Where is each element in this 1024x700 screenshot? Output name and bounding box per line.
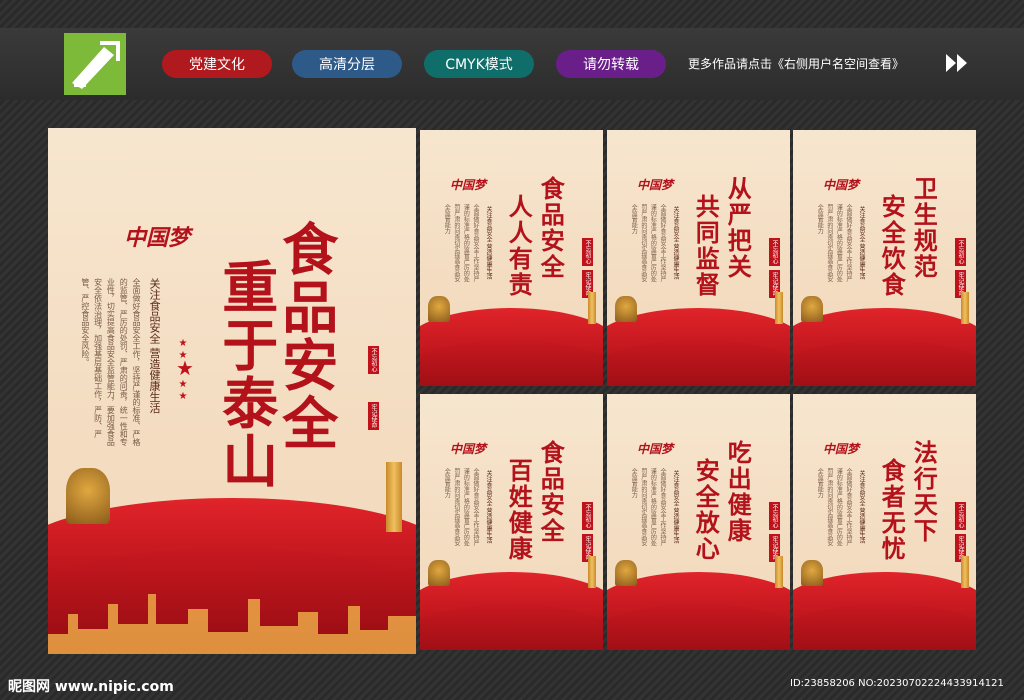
tag-no-repost[interactable]: 请勿转载 <box>556 50 666 78</box>
china-dream-logo: 中国梦 <box>823 442 860 456</box>
poster-title-col1: 从严把关 <box>723 176 753 280</box>
main-subtitle: 关注食品安全 营造健康生活 <box>148 278 161 414</box>
poster-title-col1: 食品安全 <box>536 440 566 544</box>
stone-lion-icon <box>66 468 110 524</box>
nipic-watermark: 昵图网 www.nipic.com <box>8 679 174 695</box>
poster-subtitle: 关注食品安全 营造健康生活 <box>672 206 679 280</box>
seal-stay-true: 不忘初心 <box>769 502 780 530</box>
image-id-text: ID:23858206 NO:20230702224433914121 <box>790 678 1004 689</box>
stone-lion-icon <box>428 560 450 586</box>
poster-title-col2: 安全饮食 <box>877 194 907 298</box>
poster-subtitle: 关注食品安全 营造健康生活 <box>485 470 492 544</box>
huabiao-pillar-icon <box>961 292 969 324</box>
huabiao-pillar-icon <box>961 556 969 588</box>
seal-stay-true: 不忘初心 <box>582 502 593 530</box>
double-chevron-right-icon[interactable] <box>944 52 970 74</box>
red-flag-wave-2 <box>420 340 603 386</box>
seal-stay-true: 不忘初心 <box>955 502 966 530</box>
red-flag-wave-2 <box>420 604 603 650</box>
small-poster: 中国梦 从严把关 共同监督 关注食品安全 营造健康生活 全面做好食品安全工作坚持… <box>607 130 790 386</box>
poster-subtitle: 关注食品安全 营造健康生活 <box>485 206 492 280</box>
poster-body-text: 全面做好食品安全工作坚持严谨的标准严格的监管严厉的处罚严肃的问责切实提高食品安全… <box>816 468 852 546</box>
city-skyline <box>48 594 416 654</box>
small-poster: 中国梦 卫生规范 安全饮食 关注食品安全 营造健康生活 全面做好食品安全工作坚持… <box>793 130 976 386</box>
brand-logo-icon <box>64 33 126 95</box>
poster-body-text: 全面做好食品安全工作坚持严谨的标准严格的监管严厉的处罚严肃的问责切实提高食品安全… <box>443 204 479 282</box>
china-dream-logo: 中国梦 <box>637 178 674 192</box>
poster-title-col2: 安全放心 <box>691 458 721 562</box>
stone-lion-icon <box>801 296 823 322</box>
poster-body-text: 全面做好食品安全工作坚持严谨的标准严格的监管严厉的处罚严肃的问责切实提高食品安全… <box>816 204 852 282</box>
main-title-col1: 食品安全 <box>272 220 339 452</box>
poster-title-col2: 共同监督 <box>691 194 721 298</box>
china-dream-logo: 中国梦 <box>450 178 487 192</box>
small-poster: 中国梦 食品安全 人人有责 关注食品安全 营造健康生活 全面做好食品安全工作坚持… <box>420 130 603 386</box>
main-body-text: 全面做好食品安全工作，坚持严谨的标准、严格的监管、严厉的处罚、严肃的问责，统一性… <box>80 278 141 446</box>
tag-party-culture[interactable]: 党建文化 <box>162 50 272 78</box>
poster-title-col1: 卫生规范 <box>909 176 939 280</box>
seal-stay-true: 不忘初心 <box>582 238 593 266</box>
main-title-col2: 重于泰山 <box>212 258 279 490</box>
poster-title-col1: 法行天下 <box>909 440 939 544</box>
small-poster: 中国梦 食品安全 百姓健康 关注食品安全 营造健康生活 全面做好食品安全工作坚持… <box>420 394 603 650</box>
stone-lion-icon <box>801 560 823 586</box>
huabiao-pillar-icon <box>588 292 596 324</box>
small-poster: 中国梦 法行天下 食者无忧 关注食品安全 营造健康生活 全面做好食品安全工作坚持… <box>793 394 976 650</box>
poster-title-col1: 食品安全 <box>536 176 566 280</box>
main-poster: 中国梦 食品安全 重于泰山 关注食品安全 营造健康生活 全面做好食品安全工作，坚… <box>48 128 416 654</box>
seal-remember-mission: 牢记使命 <box>368 402 379 430</box>
tag-hd-layers[interactable]: 高清分层 <box>292 50 402 78</box>
huabiao-pillar-icon <box>386 462 402 532</box>
stone-lion-icon <box>615 560 637 586</box>
seal-stay-true: 不忘初心 <box>368 346 379 374</box>
huabiao-pillar-icon <box>775 292 783 324</box>
red-flag-wave-2 <box>607 340 790 386</box>
huabiao-pillar-icon <box>588 556 596 588</box>
huabiao-pillar-icon <box>775 556 783 588</box>
small-poster: 中国梦 吃出健康 安全放心 关注食品安全 营造健康生活 全面做好食品安全工作坚持… <box>607 394 790 650</box>
china-dream-logo: 中国梦 <box>823 178 860 192</box>
poster-body-text: 全面做好食品安全工作坚持严谨的标准严格的监管严厉的处罚严肃的问责切实提高食品安全… <box>630 468 666 546</box>
china-dream-logo: 中国梦 <box>637 442 674 456</box>
red-flag-wave-2 <box>607 604 790 650</box>
poster-body-text: 全面做好食品安全工作坚持严谨的标准严格的监管严厉的处罚严肃的问责切实提高食品安全… <box>443 468 479 546</box>
tag-cmyk[interactable]: CMYK模式 <box>424 50 534 78</box>
poster-subtitle: 关注食品安全 营造健康生活 <box>858 206 865 280</box>
seal-stay-true: 不忘初心 <box>955 238 966 266</box>
poster-subtitle: 关注食品安全 营造健康生活 <box>672 470 679 544</box>
red-flag-wave-2 <box>793 604 976 650</box>
stone-lion-icon <box>428 296 450 322</box>
poster-title-col1: 吃出健康 <box>723 440 753 544</box>
poster-title-col2: 百姓健康 <box>504 458 534 562</box>
china-dream-logo: 中国梦 <box>124 225 191 251</box>
seal-stay-true: 不忘初心 <box>769 238 780 266</box>
red-flag-wave-2 <box>793 340 976 386</box>
poster-body-text: 全面做好食品安全工作坚持严谨的标准严格的监管严厉的处罚严肃的问责切实提高食品安全… <box>630 204 666 282</box>
poster-subtitle: 关注食品安全 营造健康生活 <box>858 470 865 544</box>
more-works-link[interactable]: 更多作品请点击《右侧用户名空间查看》 <box>688 55 904 72</box>
poster-title-col2: 人人有责 <box>504 194 534 298</box>
poster-title-col2: 食者无忧 <box>877 458 907 562</box>
china-dream-logo: 中国梦 <box>450 442 487 456</box>
stone-lion-icon <box>615 296 637 322</box>
stars-decoration: ★ ★ ★ ★ ★ <box>176 338 194 402</box>
